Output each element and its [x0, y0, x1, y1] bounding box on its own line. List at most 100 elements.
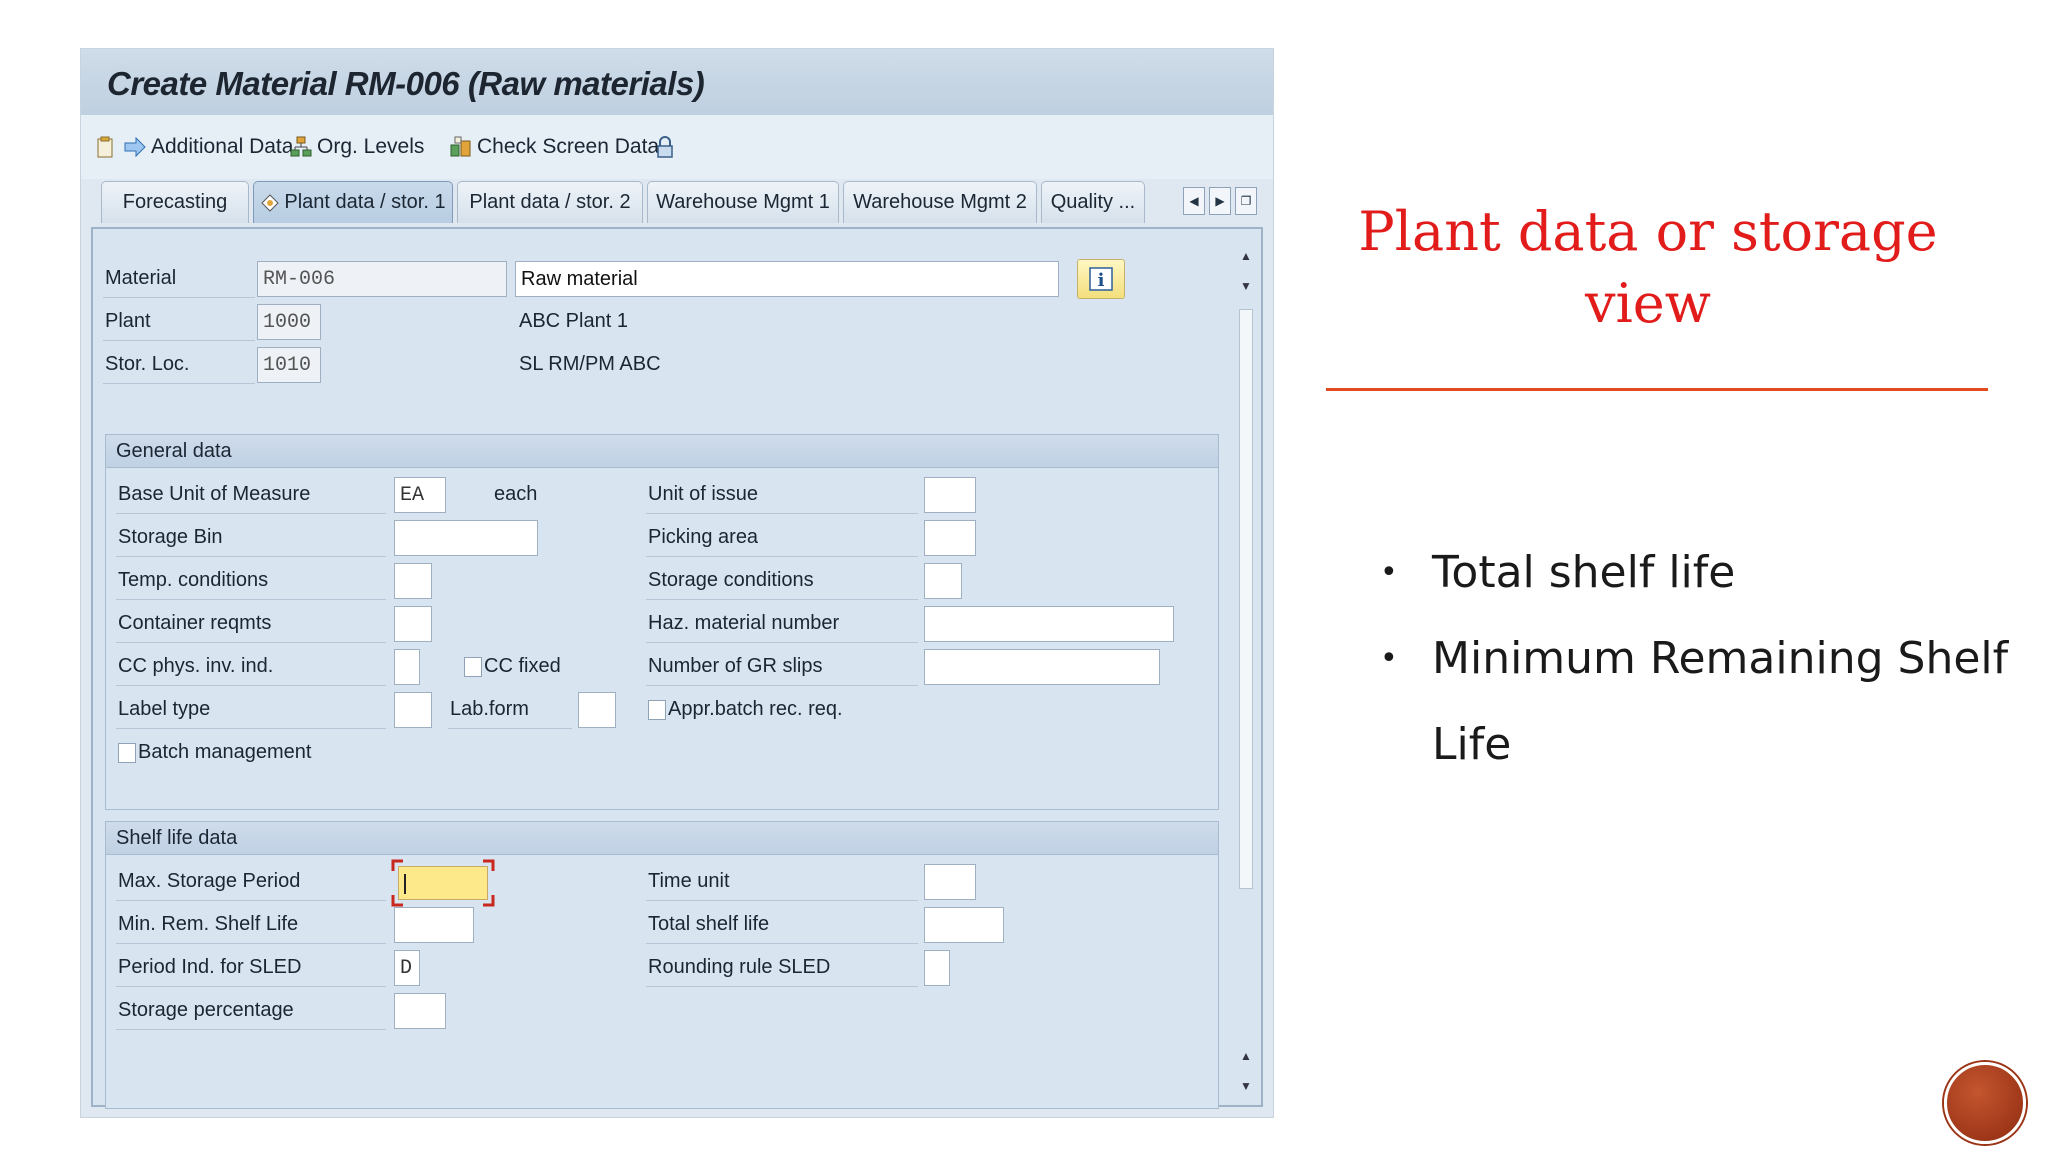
lab-form-label: Lab.form [450, 698, 529, 720]
temp-conditions-label: Temp. conditions [118, 569, 269, 591]
time-unit-field[interactable] [924, 864, 976, 900]
container-reqmts-field[interactable] [394, 606, 432, 642]
label-underline [103, 340, 255, 341]
label-underline [116, 943, 386, 944]
material-description-field[interactable]: Raw material [515, 261, 1059, 297]
title-divider [1326, 388, 1988, 391]
tab-quality[interactable]: Quality ... [1041, 181, 1145, 223]
triangle-up-icon: ▲ [1240, 1049, 1252, 1063]
label-underline [103, 297, 255, 298]
scroll-track[interactable] [1239, 309, 1253, 889]
picking-area-label: Picking area [648, 526, 759, 548]
tab-plant-data-stor-2[interactable]: Plant data / stor. 2 [457, 181, 643, 223]
org-hierarchy-icon [290, 136, 312, 157]
appr-batch-checkbox[interactable] [648, 700, 666, 720]
clipboard-icon [97, 136, 113, 158]
picking-area-field[interactable] [924, 520, 976, 556]
scroll-page-down-button[interactable]: ▼ [1237, 1077, 1255, 1095]
haz-material-field[interactable] [924, 606, 1174, 642]
storage-bin-label: Storage Bin [118, 526, 223, 548]
triangle-right-icon: ▶ [1215, 194, 1225, 208]
scroll-page-up-button[interactable]: ▲ [1237, 1047, 1255, 1065]
label-underline [116, 986, 386, 987]
additional-data-button[interactable]: Additional Data [95, 115, 293, 179]
label-type-field[interactable] [394, 692, 432, 728]
unit-of-issue-field[interactable] [924, 477, 976, 513]
period-ind-sled-field[interactable]: D [394, 950, 420, 986]
cc-fixed-checkbox[interactable] [464, 657, 482, 677]
gr-slips-field[interactable] [924, 649, 1160, 685]
haz-material-label: Haz. material number [648, 612, 840, 634]
cc-phys-inv-label: CC phys. inv. ind. [118, 655, 274, 677]
label-underline [116, 685, 386, 686]
label-underline [646, 685, 918, 686]
tab-forecasting[interactable]: Forecasting [101, 181, 249, 223]
tab-list-button[interactable]: ❐ [1235, 187, 1257, 215]
cc-phys-inv-field[interactable] [394, 649, 420, 685]
storage-location-field[interactable]: 1010 [257, 347, 321, 383]
window-title: Create Material RM-006 (Raw materials) [107, 65, 705, 102]
tab-warehouse-mgmt-2[interactable]: Warehouse Mgmt 2 [843, 181, 1037, 223]
scroll-down-button[interactable]: ▼ [1237, 277, 1255, 295]
material-label: Material [105, 267, 177, 289]
tab-content: Material RM-006 Raw material i Plant 100… [91, 227, 1263, 1109]
min-rem-shelf-life-field[interactable] [394, 907, 474, 943]
time-unit-label: Time unit [648, 870, 730, 892]
focus-corners [391, 859, 495, 907]
batch-management-checkbox[interactable] [118, 743, 136, 763]
info-icon: i [1089, 267, 1113, 291]
org-levels-button[interactable]: Org. Levels [289, 115, 424, 179]
shelf-life-data-group: Shelf life data Max. Storage Period Time… [105, 821, 1219, 1109]
plant-field[interactable]: 1000 [257, 304, 321, 340]
tab-scroll-left-button[interactable]: ◀ [1183, 187, 1205, 215]
check-screen-data-button[interactable]: Check Screen Data [449, 115, 659, 179]
storage-percentage-field[interactable] [394, 993, 446, 1029]
svg-text:i: i [1098, 270, 1105, 291]
label-underline [116, 728, 386, 729]
tab-warehouse-mgmt-1[interactable]: Warehouse Mgmt 1 [647, 181, 839, 223]
tab-scroll-right-button[interactable]: ▶ [1209, 187, 1231, 215]
info-button[interactable]: i [1077, 259, 1125, 299]
storage-location-description: SL RM/PM ABC [519, 353, 661, 375]
appr-batch-label: Appr.batch rec. req. [668, 698, 843, 720]
cc-fixed-label: CC fixed [484, 655, 561, 677]
label-underline [646, 642, 918, 643]
application-toolbar: Additional Data Org. Levels Check Screen… [81, 115, 1273, 179]
label-underline [103, 383, 255, 384]
rounding-rule-sled-field[interactable] [924, 950, 950, 986]
group-header: Shelf life data [106, 822, 1218, 855]
label-underline [646, 986, 918, 987]
lab-form-field[interactable] [578, 692, 616, 728]
temp-conditions-field[interactable] [394, 563, 432, 599]
lock-button[interactable] [653, 115, 681, 179]
bullet-item: • Minimum Remaining Shelf Life [1380, 616, 2020, 788]
group-header: General data [106, 435, 1218, 468]
tab-label: Warehouse Mgmt 2 [853, 191, 1027, 213]
triangle-left-icon: ◀ [1189, 194, 1199, 208]
check-data-icon [450, 136, 471, 157]
triangle-down-icon: ▼ [1240, 1079, 1252, 1093]
label-underline [116, 642, 386, 643]
tab-label: Plant data / stor. 1 [284, 191, 446, 213]
vertical-scrollbar[interactable]: ▲ ▼ ▲ ▼ [1233, 233, 1259, 1101]
org-levels-label: Org. Levels [317, 135, 425, 158]
label-type-label: Label type [118, 698, 211, 720]
tab-label: Forecasting [122, 191, 228, 213]
label-underline [646, 900, 918, 901]
tab-plant-data-stor-1[interactable]: Plant data / stor. 1 [253, 181, 453, 223]
container-reqmts-label: Container reqmts [118, 612, 272, 634]
total-shelf-life-field[interactable] [924, 907, 1004, 943]
storage-conditions-field[interactable] [924, 563, 962, 599]
label-underline [448, 728, 572, 729]
active-tab-icon [261, 193, 280, 212]
tab-strip: Forecasting Plant data / stor. 1 Plant d… [81, 179, 1273, 227]
lock-icon [657, 136, 673, 158]
tab-label: Quality ... [1050, 191, 1136, 213]
sap-window: Create Material RM-006 (Raw materials) A… [80, 48, 1274, 1118]
base-uom-field[interactable]: EA [394, 477, 446, 513]
material-field[interactable]: RM-006 [257, 261, 507, 297]
shelf-life-title: Shelf life data [116, 827, 238, 849]
slide-title: Plant data or storage view [1358, 200, 1938, 335]
scroll-up-button[interactable]: ▲ [1237, 247, 1255, 265]
storage-bin-field[interactable] [394, 520, 538, 556]
